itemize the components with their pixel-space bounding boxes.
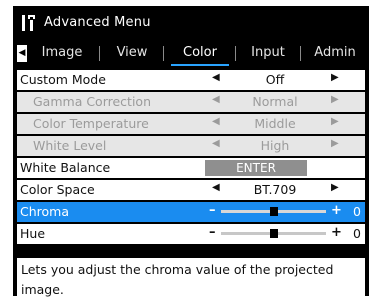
row-label: White Level [33,138,107,153]
row-value: Normal [252,94,298,109]
row-custom-mode[interactable]: Custom Mode ◀ Off ▶ [17,70,365,90]
arrow-right-icon[interactable]: ▶ [331,72,339,83]
arrow-left-icon: ◀ [212,94,220,105]
row-hue[interactable]: Hue – + 0 [17,224,365,244]
help-text: Lets you adjust the chroma value of the … [21,262,334,297]
tab-view[interactable]: View [107,42,157,64]
arrow-left-icon[interactable]: ◀ [212,72,220,83]
row-gamma-correction: Gamma Correction ◀ Normal ▶ [17,92,365,112]
chroma-slider[interactable] [221,207,326,216]
row-label: Custom Mode [20,72,106,87]
hue-slider[interactable] [221,229,326,238]
tab-bar: ◀ Image View Color Input Admin [13,40,369,68]
row-label: White Balance [20,160,111,175]
menu-title: Advanced Menu [44,15,151,30]
row-label: Chroma [20,204,69,219]
tab-separator [300,46,301,61]
tab-separator [235,46,236,61]
arrow-left-icon[interactable]: ◀ [212,182,220,193]
enter-button[interactable]: ENTER [205,160,307,176]
arrow-left-icon: ◀ [212,138,220,149]
arrow-right-icon: ▶ [331,138,339,149]
row-value: Off [265,72,285,87]
row-label: Gamma Correction [33,94,151,109]
row-value: High [260,138,290,153]
row-value: 0 [353,226,361,241]
row-white-level: White Level ◀ High ▶ [17,136,365,156]
plus-icon[interactable]: + [331,225,342,240]
tab-separator [163,46,164,61]
tab-input[interactable]: Input [243,42,293,64]
tab-admin[interactable]: Admin [307,42,363,64]
row-label: Hue [20,226,46,241]
title-bar: Advanced Menu [13,6,369,40]
arrow-left-icon: ◀ [212,116,220,127]
slider-thumb[interactable] [269,207,278,216]
tab-scroll-left-icon[interactable]: ◀ [17,45,27,62]
row-value: 0 [353,204,361,219]
help-text-box: Lets you adjust the chroma value of the … [17,258,365,304]
plus-icon[interactable]: + [331,203,342,218]
row-label: Color Temperature [33,116,149,131]
tab-separator [99,46,100,61]
arrow-right-icon: ▶ [331,94,339,105]
minus-icon[interactable]: – [209,203,216,218]
tab-image[interactable]: Image [33,42,91,64]
advanced-menu-window: Advanced Menu ◀ Image View Color Input A… [13,6,369,304]
arrow-right-icon: ▶ [331,116,339,127]
slider-thumb[interactable] [269,229,278,238]
row-chroma[interactable]: Chroma – + 0 [17,202,365,222]
tab-color[interactable]: Color [171,42,229,66]
tools-icon [22,15,35,31]
arrow-right-icon[interactable]: ▶ [331,182,339,193]
row-color-temperature: Color Temperature ◀ Middle ▶ [17,114,365,134]
row-color-space[interactable]: Color Space ◀ BT.709 ▶ [17,180,365,200]
row-value: BT.709 [253,182,297,197]
minus-icon[interactable]: – [209,225,216,240]
row-value: Middle [254,116,296,131]
row-white-balance[interactable]: White Balance ENTER [17,158,365,178]
row-label: Color Space [20,182,95,197]
